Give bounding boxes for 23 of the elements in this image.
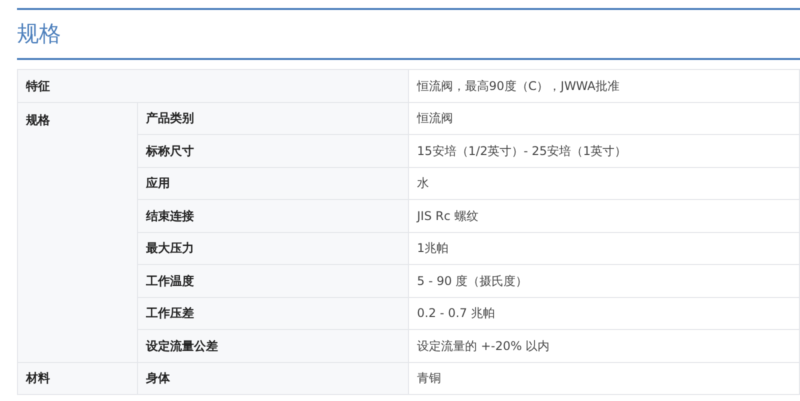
group-label: 规格 xyxy=(18,102,138,362)
spec-name: 标称尺寸 xyxy=(138,134,408,167)
spec-name: 应用 xyxy=(138,167,408,200)
spec-value: JIS Rc 螺纹 xyxy=(408,200,800,232)
spec-value: 恒流阀，最高90度（C），JWWA批准 xyxy=(408,70,800,102)
spec-name: 工作温度 xyxy=(138,264,408,297)
spec-value: 恒流阀 xyxy=(408,102,800,134)
spec-name: 最大压力 xyxy=(138,232,408,264)
spec-value: 0.2 - 0.7 兆帕 xyxy=(408,297,800,330)
spec-value: 青铜 xyxy=(408,362,800,394)
spec-value: 5 - 90 度（摄氏度） xyxy=(408,264,800,297)
spec-name: 结束连接 xyxy=(138,200,408,232)
spec-value: 1兆帕 xyxy=(408,232,800,264)
group-label: 材料 xyxy=(18,362,138,394)
spec-value: 水 xyxy=(408,167,800,200)
spec-name: 工作压差 xyxy=(138,297,408,330)
spec-value: 设定流量的 +-20% 以内 xyxy=(408,330,800,362)
spec-name: 身体 xyxy=(138,362,408,394)
group-label: 特征 xyxy=(18,70,408,102)
spec-name: 设定流量公差 xyxy=(138,330,408,362)
section-title: 规格 xyxy=(17,21,62,49)
spec-value: 15安培（1/2英寸）- 25安培（1英寸） xyxy=(408,134,800,167)
spec-name: 产品类别 xyxy=(138,102,408,134)
